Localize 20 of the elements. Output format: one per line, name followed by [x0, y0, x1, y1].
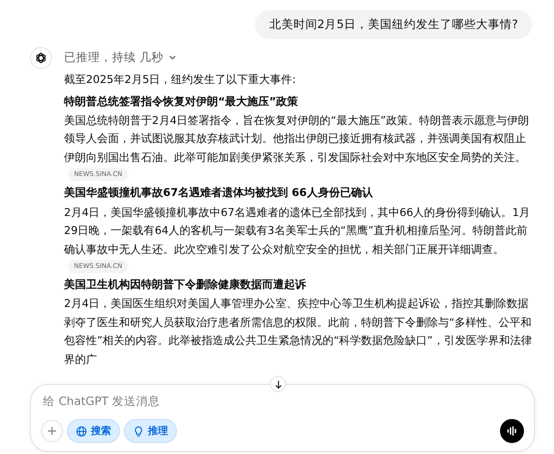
user-message-bubble: 北美时间2月5日，美国纽约发生了哪些大事情? [255, 10, 532, 40]
paragraph-text: 2月4日，美国华盛顿撞机事故中67名遇难者的遗体已全部找到，其中66人的身份得到确认。1月29日晚，一架载有64人的客机与一架载有3名美军士兵的“黑鹰”直升机相撞后坠河。特朗普此前确认事故中无人生还。此次空难引发了公众对航空安全的担忧，相关部门正展开详细调查。 [64, 204, 532, 258]
add-button[interactable] [41, 420, 63, 442]
section-heading: 美国华盛顿撞机事故67名遇难者遗体均被找到 66人身份已确认 [64, 185, 374, 202]
scroll-down-button[interactable] [270, 376, 286, 392]
paragraph-text: 美国总统特朗普于2月4日签署指令，旨在恢复对伊朗的“最大施压”政策。特朗普表示愿意与伊朗领导人会面，并试图说服其放弃核武计划。他指出伊朗已接近拥有核武器，并强调美国有权阻止伊朗向别国出售石油。此举可能加剧美伊紧张关系，引发国际社会对中东地区安全局势的关注。 [64, 112, 530, 166]
intro-text: 截至2025年2月5日，纽约发生了以下重大事件: [64, 72, 297, 88]
reasoning-toggle[interactable]: 已推理，持续 几秒 [64, 49, 177, 66]
sound-wave-icon [506, 425, 518, 437]
search-toggle[interactable]: 搜索 [67, 419, 120, 443]
reasoning-mode-toggle[interactable]: 推理 [124, 419, 177, 443]
section-heading: 美国卫生机构因特朗普下令删除健康数据而遭起诉 [64, 277, 307, 294]
lightbulb-icon [133, 426, 144, 436]
assistant-avatar-icon [30, 47, 52, 70]
plus-icon [47, 426, 57, 436]
globe-icon [76, 426, 87, 436]
paragraph-text: 2月4日，美国医生组织对美国人事管理办公室、疾控中心等卫生机构提起诉讼，指控其删除数据剥夺了医生和研究人员获取治疗患者所需信息的权限。此前，特朗普下令删除与“多样性、公平和包容性”相关的内容。此举被指造成公共卫生紧急情况的“科学数据危险缺口”，引发医学界和法律界的广 [64, 296, 532, 368]
voice-mode-button[interactable] [500, 419, 524, 443]
section-heading: 特朗普总统签署指令恢复对伊朗“最大施压”政策 [64, 94, 300, 110]
arrow-down-icon [274, 380, 282, 388]
